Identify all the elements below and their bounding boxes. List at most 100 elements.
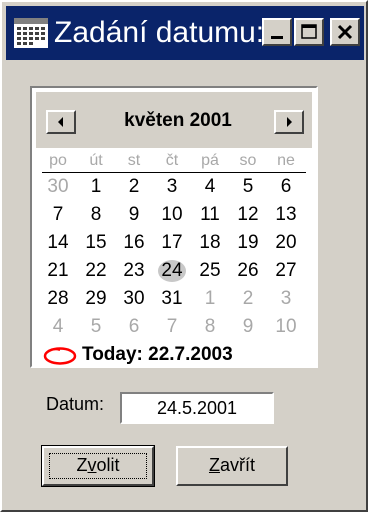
day-cell[interactable]: 25 <box>192 258 228 284</box>
day-number: 2 <box>128 176 140 197</box>
day-cell[interactable]: 4 <box>192 174 228 200</box>
day-number: 6 <box>280 176 292 197</box>
day-number: 3 <box>166 176 178 197</box>
day-cell[interactable]: 9 <box>230 314 266 340</box>
close-label-suffix: avřít <box>219 455 255 475</box>
day-cell[interactable]: 8 <box>78 202 114 228</box>
datum-input[interactable] <box>120 392 274 424</box>
day-cell[interactable]: 29 <box>78 286 114 312</box>
close-dialog-button[interactable]: Zavřít <box>176 446 288 486</box>
day-number: 9 <box>128 204 140 225</box>
day-number: 2 <box>242 288 254 309</box>
day-cell[interactable]: 28 <box>40 286 76 312</box>
day-cell[interactable]: 14 <box>40 230 76 256</box>
today-label: Today: 22.7.2003 <box>82 344 233 365</box>
weekday-label: pá <box>201 152 219 169</box>
day-cell[interactable]: 8 <box>192 314 228 340</box>
day-cell[interactable]: 13 <box>268 202 304 228</box>
day-cell[interactable]: 15 <box>78 230 114 256</box>
day-cell[interactable]: 23 <box>116 258 152 284</box>
day-cell[interactable]: 5 <box>78 314 114 340</box>
day-number: 1 <box>90 176 102 197</box>
day-cell[interactable]: 31 <box>154 286 190 312</box>
day-number: 21 <box>47 260 69 281</box>
day-cell[interactable]: 1 <box>192 286 228 312</box>
day-cell[interactable]: 1 <box>78 174 114 200</box>
day-cell[interactable]: 21 <box>40 258 76 284</box>
day-grid: 30 1 2 3 4 5 6 7 8 9 10 11 12 13 14 15 16 17 18 19 20 21 22 23 2… <box>40 174 306 344</box>
day-number: 10 <box>161 204 183 225</box>
day-cell[interactable]: 11 <box>192 202 228 228</box>
day-number: 30 <box>47 176 69 197</box>
focus-rectangle <box>49 453 147 479</box>
day-number: 17 <box>161 232 183 253</box>
day-cell[interactable]: 17 <box>154 230 190 256</box>
selected-day-cell[interactable]: 24 <box>154 258 190 284</box>
day-cell[interactable]: 18 <box>192 230 228 256</box>
calendar-header: květen 2001 <box>36 92 312 148</box>
day-number: 9 <box>242 316 254 337</box>
close-icon <box>337 24 353 40</box>
day-number: 23 <box>123 260 145 281</box>
day-number: 12 <box>237 204 259 225</box>
title-bar[interactable]: Zadání datumu: <box>6 6 364 60</box>
weekday-label: ne <box>277 152 295 169</box>
day-cell[interactable]: 19 <box>230 230 266 256</box>
day-cell[interactable]: 7 <box>40 202 76 228</box>
day-cell[interactable]: 16 <box>116 230 152 256</box>
day-cell[interactable]: 26 <box>230 258 266 284</box>
day-number: 19 <box>237 232 259 253</box>
day-number: 14 <box>47 232 69 253</box>
day-cell[interactable]: 4 <box>40 314 76 340</box>
close-button[interactable] <box>330 18 360 46</box>
day-cell[interactable]: 6 <box>268 174 304 200</box>
day-cell[interactable]: 10 <box>268 314 304 340</box>
day-cell[interactable]: 12 <box>230 202 266 228</box>
day-number: 1 <box>204 288 216 309</box>
arrow-left-icon <box>58 117 63 127</box>
calendar-control[interactable]: květen 2001 po út st čt pá so ne 30 1 2 3 4 5 6 7 8 9 10… <box>30 86 318 368</box>
day-cell[interactable]: 27 <box>268 258 304 284</box>
today-marker-icon <box>43 347 77 365</box>
day-cell[interactable]: 3 <box>268 286 304 312</box>
day-number: 10 <box>275 316 297 337</box>
day-number: 7 <box>52 204 64 225</box>
day-cell[interactable]: 2 <box>230 286 266 312</box>
day-number: 5 <box>90 316 102 337</box>
day-cell[interactable]: 20 <box>268 230 304 256</box>
day-number: 8 <box>204 316 216 337</box>
day-number: 15 <box>85 232 107 253</box>
day-cell[interactable]: 10 <box>154 202 190 228</box>
day-cell[interactable]: 7 <box>154 314 190 340</box>
day-cell[interactable]: 6 <box>116 314 152 340</box>
choose-button[interactable]: Zvolit <box>41 445 155 487</box>
day-cell[interactable]: 9 <box>116 202 152 228</box>
prev-month-button[interactable] <box>46 110 76 134</box>
day-number: 27 <box>275 260 297 281</box>
weekday-label: st <box>127 152 141 169</box>
day-number: 18 <box>199 232 221 253</box>
calendar-grid-icon <box>14 18 48 48</box>
maximize-button[interactable] <box>294 18 324 46</box>
day-cell[interactable]: 5 <box>230 174 266 200</box>
next-month-button[interactable] <box>274 110 304 134</box>
day-cell[interactable]: 30 <box>40 174 76 200</box>
maximize-icon <box>301 24 317 39</box>
day-number: 22 <box>85 260 107 281</box>
day-number: 3 <box>280 288 292 309</box>
day-number: 26 <box>237 260 259 281</box>
weekday-label: po <box>49 152 67 169</box>
day-cell[interactable]: 2 <box>116 174 152 200</box>
today-row[interactable]: Today: 22.7.2003 <box>42 344 312 368</box>
month-year-label[interactable]: květen 2001 <box>106 110 250 132</box>
day-number: 5 <box>242 176 254 197</box>
day-number: 7 <box>166 316 178 337</box>
minimize-button[interactable] <box>262 18 292 46</box>
weekday-label: so <box>239 152 257 169</box>
day-number: 31 <box>161 288 183 309</box>
day-cell[interactable]: 3 <box>154 174 190 200</box>
day-cell[interactable]: 30 <box>116 286 152 312</box>
day-number: 6 <box>128 316 140 337</box>
day-cell[interactable]: 22 <box>78 258 114 284</box>
day-number: 28 <box>47 288 69 309</box>
